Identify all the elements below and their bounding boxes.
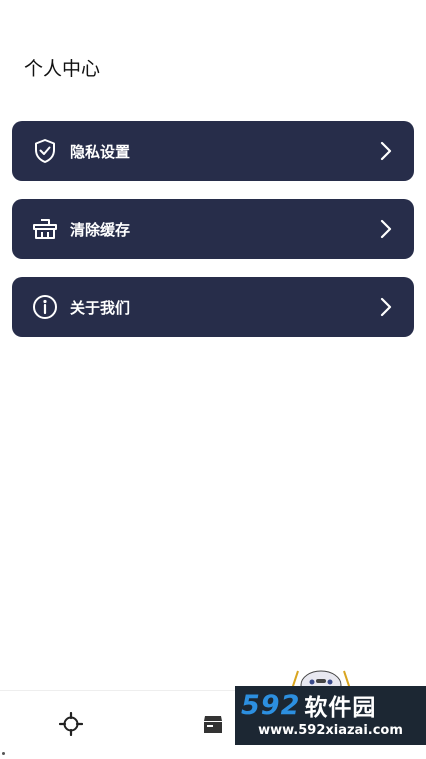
menu-item-about-us[interactable]: 关于我们 [12,277,414,337]
chevron-right-icon [378,141,394,161]
menu-item-clear-cache[interactable]: 清除缓存 [12,199,414,259]
menu-item-label: 清除缓存 [70,220,131,239]
chevron-right-icon [378,297,394,317]
crosshair-icon[interactable] [56,709,86,739]
menu-item-label: 隐私设置 [70,142,131,161]
page-title: 个人中心 [24,58,101,80]
menu-item-privacy-settings[interactable]: 隐私设置 [12,121,414,181]
watermark-url: www.592xiazai.com [258,723,403,738]
watermark-badge: 592 软件园 www.592xiazai.com [235,686,426,745]
chevron-right-icon [378,219,394,239]
box-icon[interactable] [198,709,228,739]
watermark-number: 592 [241,689,301,721]
basket-icon [32,216,58,242]
menu-item-label: 关于我们 [70,298,131,317]
shield-check-icon [32,138,58,164]
info-icon [32,294,58,320]
watermark-brand-text: 软件园 [304,695,377,721]
edge-dot [2,752,5,755]
